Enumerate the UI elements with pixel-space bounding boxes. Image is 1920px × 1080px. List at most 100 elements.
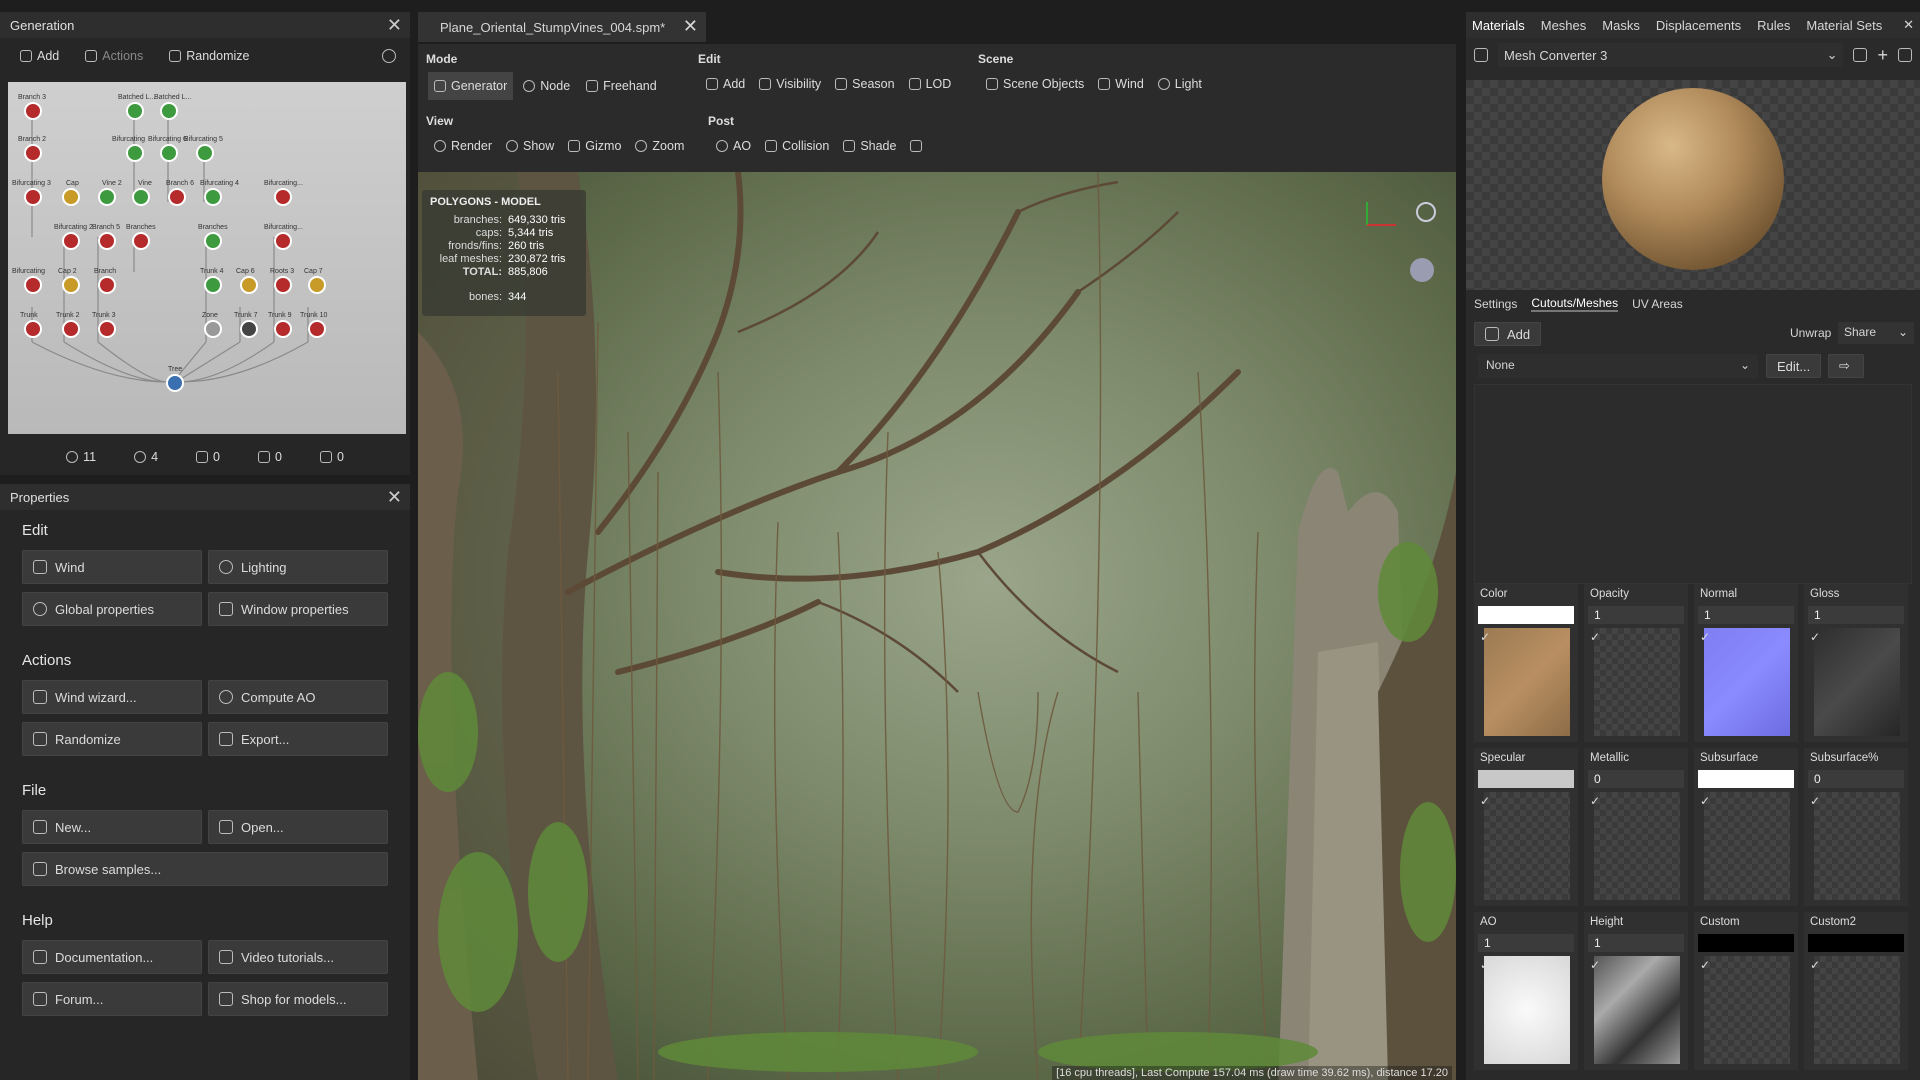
checkbox-icon[interactable]: ✓ (1480, 958, 1490, 972)
generator-graph[interactable]: Branch 3 Batched L... Batched L... Branc… (8, 82, 406, 434)
tab-settings[interactable]: Settings (1474, 297, 1517, 311)
hand-icon[interactable] (1474, 48, 1488, 62)
opacity-value[interactable]: 1 (1588, 606, 1684, 624)
height-texture[interactable] (1594, 956, 1680, 1064)
wind-button[interactable]: Wind (22, 550, 202, 584)
custom-swatch[interactable] (1698, 934, 1794, 952)
wind-wizard-button[interactable]: Wind wizard... (22, 680, 202, 714)
metallic-value[interactable]: 0 (1588, 770, 1684, 788)
graph-node[interactable] (160, 102, 178, 120)
zoom-button[interactable]: Zoom (629, 134, 690, 158)
close-icon[interactable]: ✕ (683, 16, 698, 37)
graph-node[interactable] (274, 188, 292, 206)
freehand-mode-button[interactable]: Freehand (580, 72, 663, 100)
forum-button[interactable]: Forum... (22, 982, 202, 1016)
randomize-action-button[interactable]: Randomize (22, 722, 202, 756)
graph-node[interactable] (126, 144, 144, 162)
edit-cutout-button[interactable]: Edit... (1766, 354, 1822, 378)
graph-node[interactable] (204, 320, 222, 338)
texture-slot-subsurface[interactable]: Subsurface ✓ (1694, 748, 1798, 906)
collapse-toolbar-button[interactable] (904, 134, 928, 158)
material-preview[interactable] (1466, 80, 1920, 290)
graph-node[interactable] (204, 276, 222, 294)
graph-node[interactable] (240, 320, 258, 338)
graph-node[interactable] (240, 276, 258, 294)
browse-samples-button[interactable]: Browse samples... (22, 852, 388, 886)
texture-slot-gloss[interactable]: Gloss 1 ✓ (1804, 584, 1908, 742)
tab-uv-areas[interactable]: UV Areas (1632, 297, 1683, 311)
graph-node[interactable] (24, 144, 42, 162)
checkbox-icon[interactable]: ✓ (1590, 794, 1600, 808)
shop-button[interactable]: Shop for models... (208, 982, 388, 1016)
checkbox-icon[interactable]: ✓ (1590, 630, 1600, 644)
tab-cutouts-meshes[interactable]: Cutouts/Meshes (1531, 296, 1619, 312)
checkbox-icon[interactable]: ✓ (1700, 794, 1710, 808)
texture-slot-metallic[interactable]: Metallic 0 ✓ (1584, 748, 1688, 906)
checkbox-icon[interactable]: ✓ (1810, 958, 1820, 972)
gloss-value[interactable]: 1 (1808, 606, 1904, 624)
light-direction-icon[interactable] (1416, 202, 1436, 222)
video-tutorials-button[interactable]: Video tutorials... (208, 940, 388, 974)
close-icon[interactable]: ✕ (387, 16, 402, 34)
randomize-button[interactable]: Randomize (163, 44, 255, 68)
checkbox-icon[interactable]: ✓ (1700, 958, 1710, 972)
arrow-right-icon[interactable]: ⇨ (1828, 354, 1864, 378)
graph-node[interactable] (24, 276, 42, 294)
texture-slot-custom2[interactable]: Custom2 ✓ (1804, 912, 1908, 1070)
graph-node[interactable] (24, 102, 42, 120)
cutout-list[interactable] (1474, 384, 1912, 584)
graph-node[interactable] (132, 188, 150, 206)
generator-mode-button[interactable]: Generator (428, 72, 514, 100)
3d-viewport[interactable]: POLYGONS - MODEL branches: 649,330 tris c… (418, 172, 1456, 1080)
open-file-button[interactable]: Open... (208, 810, 388, 844)
graph-node[interactable] (62, 276, 80, 294)
subsurface-percent-value[interactable]: 0 (1808, 770, 1904, 788)
new-file-button[interactable]: New... (22, 810, 202, 844)
color-swatch[interactable] (1478, 606, 1574, 624)
navigation-gizmo-icon[interactable] (1410, 258, 1434, 282)
graph-node[interactable] (204, 188, 222, 206)
texture-slot-ao[interactable]: AO 1 ✓ (1474, 912, 1578, 1070)
global-properties-button[interactable]: Global properties (22, 592, 202, 626)
custom2-texture[interactable] (1814, 956, 1900, 1064)
graph-node[interactable] (126, 102, 144, 120)
graph-node[interactable] (274, 320, 292, 338)
render-button[interactable]: Render (428, 134, 498, 158)
graph-node[interactable] (98, 276, 116, 294)
graph-root-node[interactable] (166, 374, 184, 392)
specular-texture[interactable] (1484, 792, 1570, 900)
ao-texture[interactable] (1484, 956, 1570, 1064)
clipboard-icon[interactable] (1898, 48, 1912, 62)
plus-icon[interactable]: + (1877, 45, 1888, 66)
checkbox-icon[interactable]: ✓ (1480, 794, 1490, 808)
window-properties-button[interactable]: Window properties (208, 592, 388, 626)
graph-node[interactable] (62, 188, 80, 206)
scene-objects-button[interactable]: Scene Objects (980, 72, 1090, 96)
graph-node[interactable] (274, 232, 292, 250)
graph-node[interactable] (24, 320, 42, 338)
color-texture[interactable] (1484, 628, 1570, 736)
graph-node[interactable] (98, 232, 116, 250)
checkbox-icon[interactable]: ✓ (1700, 630, 1710, 644)
node-mode-button[interactable]: Node (517, 72, 576, 100)
texture-slot-subsurface-percent[interactable]: Subsurface% 0 ✓ (1804, 748, 1908, 906)
checkbox-icon[interactable]: ✓ (1590, 958, 1600, 972)
season-button[interactable]: Season (829, 72, 900, 96)
graph-node[interactable] (24, 188, 42, 206)
subsurface-texture[interactable] (1704, 792, 1790, 900)
tab-materials[interactable]: Materials (1472, 18, 1525, 33)
specular-swatch[interactable] (1478, 770, 1574, 788)
normal-texture[interactable] (1704, 628, 1790, 736)
graph-node[interactable] (62, 320, 80, 338)
ao-button[interactable]: AO (710, 134, 757, 158)
graph-node[interactable] (168, 188, 186, 206)
checkbox-icon[interactable]: ✓ (1810, 794, 1820, 808)
texture-slot-color[interactable]: Color ✓ (1474, 584, 1578, 742)
cutout-select[interactable]: None ⌄ (1478, 354, 1758, 378)
ao-value[interactable]: 1 (1478, 934, 1574, 952)
actions-button[interactable]: Actions (79, 44, 149, 68)
tab-meshes[interactable]: Meshes (1541, 18, 1587, 33)
graph-node[interactable] (274, 276, 292, 294)
tab-displacements[interactable]: Displacements (1656, 18, 1741, 33)
graph-node[interactable] (204, 232, 222, 250)
